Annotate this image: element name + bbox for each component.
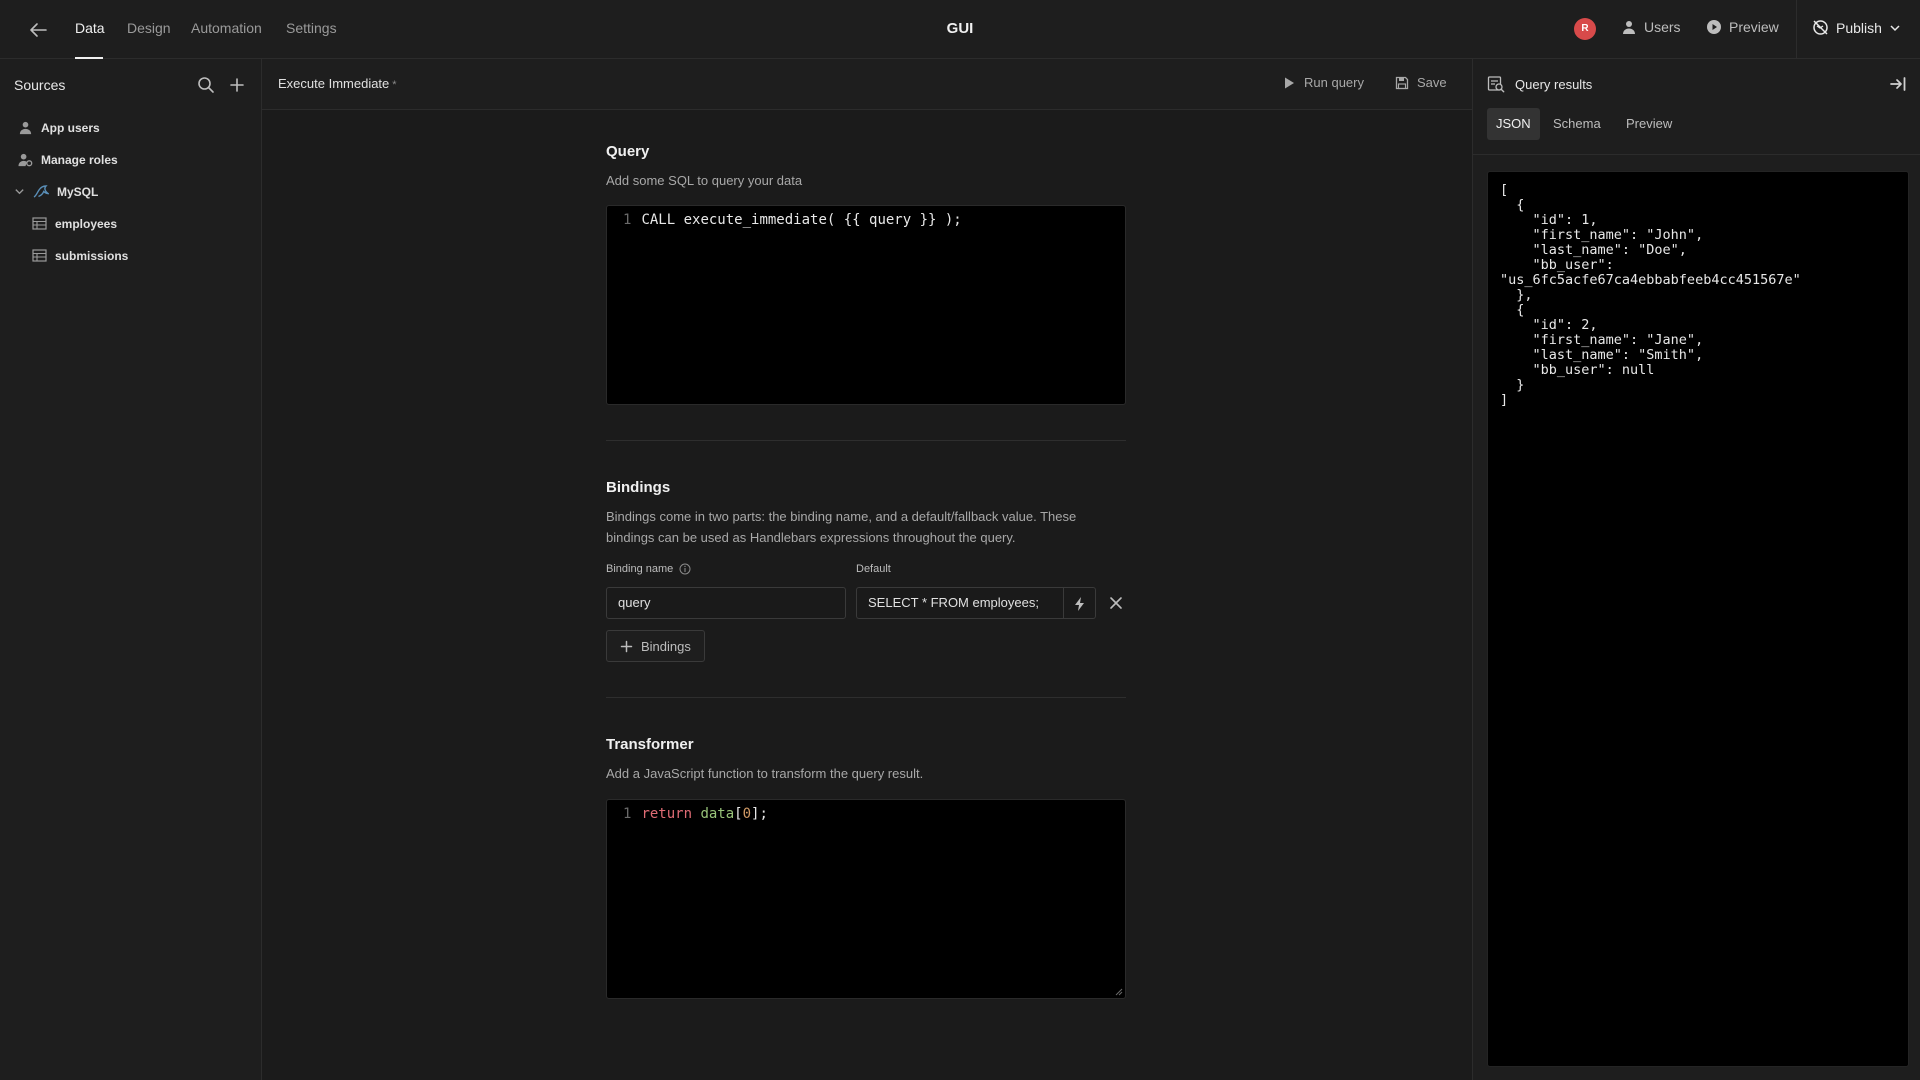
- json-results-text: [ { "id": 1, "first_name": "John", "last…: [1500, 182, 1801, 408]
- query-results-icon: [1487, 75, 1505, 93]
- sql-code-editor[interactable]: 1 CALL execute_immediate( {{ query }} );: [606, 205, 1126, 405]
- table-icon: [32, 248, 47, 263]
- table-icon: [32, 216, 47, 231]
- sidebar-item-label: employees: [55, 216, 118, 231]
- tab-schema[interactable]: Schema: [1544, 108, 1610, 140]
- code-line: 1 return data[0];: [623, 806, 768, 822]
- query-results-panel: Query results JSON Schema Preview [ { "i…: [1472, 59, 1920, 1080]
- publish-label: Publish: [1836, 19, 1882, 36]
- query-section-description: Add some SQL to query your data: [606, 173, 803, 188]
- remove-binding-close-icon[interactable]: [1106, 593, 1126, 613]
- sql-code: CALL execute_immediate( {{ query }} );: [641, 212, 962, 228]
- code-identifier: data: [700, 806, 735, 822]
- query-editor-panel: Execute Immediate * Run query Save Query …: [262, 59, 1472, 1080]
- query-results-header: Query results: [1487, 75, 1592, 93]
- search-icon[interactable]: [196, 75, 216, 95]
- save-label: Save: [1417, 75, 1447, 90]
- code-open-bracket: [: [734, 806, 743, 822]
- default-label: Default: [856, 563, 891, 575]
- users-label: Users: [1644, 19, 1681, 35]
- query-section-title: Query: [606, 143, 650, 160]
- publish-icon: [1812, 19, 1829, 36]
- code-number: 0: [742, 806, 752, 822]
- users-icon: [1621, 19, 1637, 35]
- results-divider: [1473, 154, 1920, 155]
- json-results-viewer[interactable]: [ { "id": 1, "first_name": "John", "last…: [1487, 171, 1909, 1067]
- chevron-down-icon[interactable]: [14, 186, 25, 197]
- transformer-code-editor[interactable]: 1 return data[0];: [606, 799, 1126, 999]
- save-button[interactable]: Save: [1395, 75, 1447, 90]
- bindings-section-description: Bindings come in two parts: the binding …: [606, 509, 1077, 545]
- sources-sidebar: Sources App users Manage roles MySQL emp…: [0, 59, 262, 1080]
- top-bar: Data Design Automation Settings GUI R Us…: [0, 0, 1920, 59]
- tab-json[interactable]: JSON: [1487, 108, 1540, 140]
- query-name-label: Execute Immediate: [278, 76, 390, 91]
- sidebar-item-label: MySQL: [57, 184, 99, 199]
- sidebar-item-label: App users: [41, 120, 100, 135]
- sidebar-item-label: submissions: [55, 248, 129, 263]
- preview-button[interactable]: Preview: [1706, 19, 1779, 35]
- run-query-button[interactable]: Run query: [1282, 75, 1364, 90]
- add-binding-label: Bindings: [641, 638, 691, 654]
- preview-label: Preview: [1729, 19, 1779, 35]
- sidebar-item-mysql[interactable]: MySQL: [14, 184, 98, 199]
- back-arrow-icon[interactable]: [26, 18, 50, 42]
- section-divider: [606, 440, 1126, 441]
- binding-name-input[interactable]: query: [606, 587, 846, 619]
- tab-design[interactable]: Design: [127, 20, 171, 36]
- code-close: ];: [751, 806, 768, 822]
- transformer-section-description: Add a JavaScript function to transform t…: [606, 766, 924, 781]
- query-name[interactable]: Execute Immediate *: [278, 76, 397, 91]
- code-keyword: return: [641, 806, 693, 822]
- save-icon: [1395, 76, 1409, 90]
- sidebar-item-app-users[interactable]: App users: [18, 120, 100, 135]
- binding-name-label: Binding name: [606, 563, 691, 575]
- collapse-panel-icon[interactable]: [1888, 74, 1908, 94]
- binding-default-input[interactable]: SELECT * FROM employees;: [856, 587, 1064, 619]
- sidebar-item-label: Manage roles: [41, 152, 118, 167]
- publish-button[interactable]: Publish: [1812, 19, 1901, 36]
- lightning-bolt-icon: [1073, 596, 1086, 612]
- resize-handle-icon[interactable]: [1115, 988, 1123, 996]
- sidebar-item-employees[interactable]: employees: [32, 216, 117, 231]
- sources-title: Sources: [14, 77, 66, 93]
- avatar[interactable]: R: [1574, 18, 1596, 40]
- play-icon: [1282, 76, 1296, 90]
- tab-settings[interactable]: Settings: [286, 20, 337, 36]
- transformer-section-title: Transformer: [606, 736, 694, 753]
- tab-data[interactable]: Data: [75, 20, 105, 36]
- sidebar-item-submissions[interactable]: submissions: [32, 248, 128, 263]
- add-source-icon[interactable]: [227, 75, 247, 95]
- users-button[interactable]: Users: [1621, 19, 1681, 35]
- info-icon[interactable]: [679, 563, 691, 575]
- line-number: 1: [623, 806, 632, 822]
- run-query-label: Run query: [1304, 75, 1364, 90]
- plus-icon: [620, 640, 633, 653]
- add-binding-button[interactable]: Bindings: [606, 630, 705, 662]
- chevron-down-icon: [1889, 22, 1901, 34]
- top-divider: [1796, 0, 1797, 59]
- section-divider: [606, 697, 1126, 698]
- bindings-section-title: Bindings: [606, 479, 671, 496]
- sidebar-item-manage-roles[interactable]: Manage roles: [18, 152, 118, 167]
- query-header: Execute Immediate * Run query Save: [262, 59, 1472, 110]
- line-number: 1: [623, 212, 632, 228]
- query-results-title: Query results: [1515, 76, 1593, 92]
- unsaved-marker: *: [392, 79, 397, 91]
- user-icon: [18, 120, 33, 135]
- mysql-icon: [33, 184, 49, 199]
- binding-lightning-button[interactable]: [1064, 587, 1096, 619]
- tab-preview[interactable]: Preview: [1617, 108, 1681, 140]
- play-circle-icon: [1706, 19, 1722, 35]
- binding-name-label-text: Binding name: [606, 563, 674, 575]
- tab-automation[interactable]: Automation: [191, 20, 262, 36]
- code-line: 1 CALL execute_immediate( {{ query }} );: [623, 212, 962, 228]
- roles-icon: [18, 152, 33, 167]
